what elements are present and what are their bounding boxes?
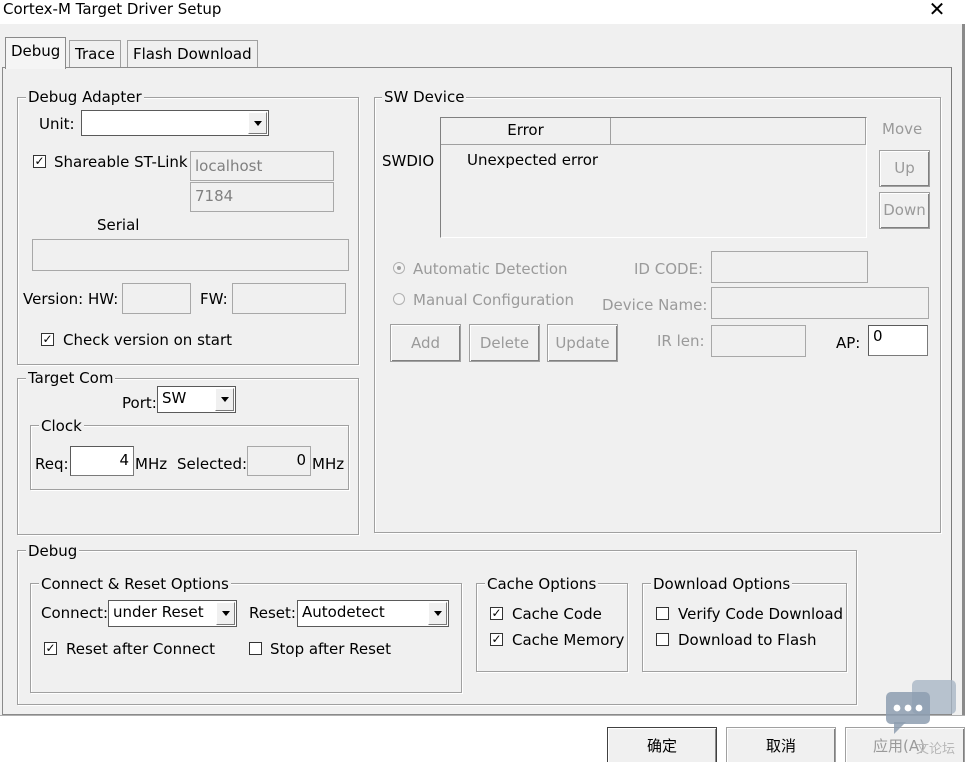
connect-label: Connect: — [41, 604, 109, 622]
ok-button[interactable]: 确定 — [607, 727, 717, 762]
ap-label: AP: — [836, 334, 861, 352]
debug-adapter-group — [17, 97, 359, 365]
checkmark-icon: ✓ — [491, 606, 502, 620]
move-down-button[interactable]: Down — [879, 192, 930, 229]
shareable-checkbox[interactable]: ✓ — [33, 155, 46, 168]
port-dropdown-button[interactable] — [215, 388, 234, 411]
unit-dropdown-button[interactable] — [248, 112, 267, 134]
reset-dropdown-button[interactable] — [428, 602, 447, 625]
chat-bubble-icon — [886, 680, 956, 734]
col-blank-header[interactable] — [611, 118, 866, 145]
chevron-down-icon — [221, 397, 229, 402]
fw-label: FW: — [200, 290, 228, 308]
ap-field[interactable]: 0 — [868, 325, 928, 356]
col-error-header[interactable]: Error — [441, 118, 611, 145]
reset-after-connect-checkbox[interactable]: ✓ — [44, 642, 57, 655]
serial-field[interactable] — [32, 239, 349, 271]
req-unit: MHz — [135, 455, 168, 473]
hw-version-field[interactable] — [122, 283, 191, 314]
cancel-button[interactable]: 取消 — [726, 727, 836, 762]
debug-adapter-title: Debug Adapter — [26, 88, 144, 106]
version-hw-label: Version: HW: — [23, 290, 119, 308]
reset-select[interactable]: Autodetect — [297, 600, 449, 627]
auto-detect-label: Automatic Detection — [413, 260, 568, 278]
verify-checkbox[interactable] — [656, 607, 669, 620]
verify-label: Verify Code Download — [678, 605, 842, 623]
tab-flash-download[interactable]: Flash Download — [127, 40, 258, 68]
reset-after-connect-label: Reset after Connect — [66, 640, 215, 658]
cache-memory-checkbox[interactable]: ✓ — [490, 633, 503, 646]
ir-len-field[interactable] — [711, 325, 806, 357]
download-flash-label: Download to Flash — [678, 631, 817, 649]
chevron-down-icon — [222, 611, 230, 616]
cache-code-checkbox[interactable]: ✓ — [490, 607, 503, 620]
checkmark-icon: ✓ — [45, 641, 56, 655]
manual-config-radio[interactable] — [393, 293, 405, 305]
serial-label: Serial — [97, 216, 140, 234]
update-button[interactable]: Update — [547, 324, 618, 362]
port-label: Port: — [122, 394, 157, 412]
cache-options-group — [476, 583, 628, 672]
stop-after-reset-checkbox[interactable] — [249, 642, 262, 655]
swdio-label: SWDIO — [382, 152, 435, 170]
ir-len-label: IR len: — [657, 332, 705, 350]
checkmark-icon: ✓ — [491, 632, 502, 646]
checkmark-icon: ✓ — [42, 332, 53, 346]
req-label: Req: — [35, 455, 69, 473]
reset-value: Autodetect — [302, 603, 385, 621]
connect-value: under Reset — [113, 603, 204, 621]
chevron-down-icon — [254, 121, 262, 126]
check-version-label: Check version on start — [63, 331, 233, 349]
error-cell: Unexpected error — [467, 151, 599, 169]
connect-dropdown-button[interactable] — [216, 602, 235, 625]
move-label: Move — [882, 120, 923, 138]
device-name-label: Device Name: — [602, 296, 708, 314]
close-icon[interactable]: ✕ — [925, 0, 949, 20]
selected-label: Selected: — [177, 455, 248, 473]
reset-label: Reset: — [249, 604, 296, 622]
selected-field: 0 — [247, 446, 311, 476]
port-field[interactable]: 7184 — [190, 182, 334, 212]
unit-label: Unit: — [39, 115, 75, 133]
window-title: Cortex-M Target Driver Setup — [3, 0, 222, 18]
chevron-down-icon — [434, 611, 442, 616]
device-table[interactable]: Error Unexpected error — [440, 117, 867, 238]
add-button[interactable]: Add — [390, 324, 461, 362]
download-options-group — [642, 583, 847, 672]
move-up-button[interactable]: Up — [879, 150, 930, 187]
id-code-label: ID CODE: — [634, 260, 704, 278]
checkmark-icon: ✓ — [34, 154, 45, 168]
radio-dot — [397, 266, 401, 270]
watermark-text: 文论坛 — [916, 742, 956, 757]
cache-code-label: Cache Code — [512, 605, 602, 623]
req-field[interactable]: 4 — [70, 446, 134, 476]
tab-debug[interactable]: Debug — [5, 37, 67, 69]
auto-detect-radio[interactable] — [393, 262, 405, 274]
id-code-field[interactable] — [711, 251, 868, 283]
stop-after-reset-label: Stop after Reset — [270, 640, 392, 658]
download-flash-checkbox[interactable] — [656, 633, 669, 646]
shareable-label: Shareable ST-Link — [54, 153, 188, 171]
delete-button[interactable]: Delete — [469, 324, 540, 362]
host-field[interactable]: localhost — [190, 151, 334, 181]
device-name-field[interactable] — [711, 287, 929, 319]
debug-title: Debug — [26, 542, 80, 560]
unit-select[interactable] — [81, 110, 269, 136]
connect-reset-title: Connect & Reset Options — [39, 575, 231, 593]
download-options-title: Download Options — [651, 575, 793, 593]
clock-title: Clock — [39, 417, 84, 435]
fw-version-field[interactable] — [232, 283, 346, 314]
sw-device-title: SW Device — [382, 88, 467, 106]
connect-select[interactable]: under Reset — [108, 600, 237, 627]
port-value: SW — [162, 389, 187, 407]
selected-unit: MHz — [312, 455, 345, 473]
cache-memory-label: Cache Memory — [512, 631, 625, 649]
target-com-title: Target Com — [26, 369, 116, 387]
check-version-checkbox[interactable]: ✓ — [41, 333, 54, 346]
cache-options-title: Cache Options — [485, 575, 599, 593]
port-select[interactable]: SW — [157, 386, 236, 413]
tab-trace[interactable]: Trace — [69, 40, 121, 68]
manual-config-label: Manual Configuration — [413, 291, 575, 309]
